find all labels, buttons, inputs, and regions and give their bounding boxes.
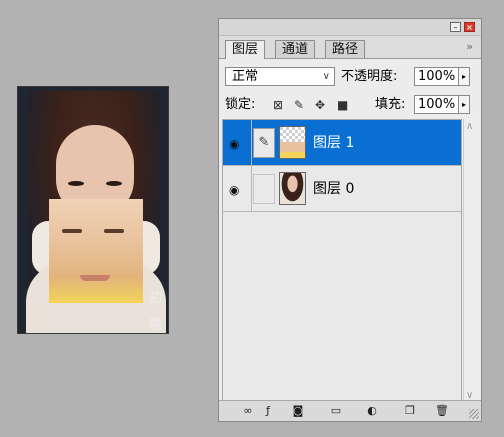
lock-transparent-icon[interactable]: ⊠ (273, 98, 283, 112)
blend-mode-value: 正常 (232, 69, 259, 84)
panel-titlebar[interactable]: – × (219, 19, 481, 36)
layers-panel: – × 图层 通道 路径 » 正常 ∨ 不透明度: 100% ▸ 锁定: ⊠ ✎… (218, 18, 482, 422)
delete-layer-icon[interactable]: 🗑 (435, 404, 449, 417)
lock-image-icon[interactable]: ✎ (294, 98, 304, 112)
panel-bottom-bar: ∞ ƒ ◙ ▭ ◐ ❐ 🗑 (219, 400, 481, 421)
brush-icon[interactable]: ✎ (253, 128, 275, 158)
watermark-char-2: 曉 (149, 317, 163, 332)
minimize-icon[interactable]: – (450, 22, 461, 32)
layers-list: ◉ ✎ 图层 1 ◉ 图层 0 (222, 119, 462, 403)
pasted-eye-right (104, 229, 124, 233)
new-layer-icon[interactable]: ❐ (403, 404, 417, 417)
new-group-icon[interactable]: ▭ (329, 404, 343, 417)
canvas-document[interactable]: 初 曉 (17, 86, 169, 334)
fill-slider-arrow-icon[interactable]: ▸ (458, 95, 470, 114)
eye-icon: ◉ (229, 137, 240, 151)
opacity-field[interactable]: 100% ▸ (414, 67, 470, 86)
watermark-char-1: 初 (149, 291, 163, 306)
opacity-slider-arrow-icon[interactable]: ▸ (458, 67, 470, 86)
photo-eye-right (106, 181, 122, 186)
eye-icon: ◉ (229, 183, 240, 197)
link-layers-icon[interactable]: ∞ (241, 404, 255, 417)
layer-link-slot[interactable] (253, 174, 275, 204)
photo-eye-left (68, 181, 84, 186)
close-icon[interactable]: × (464, 22, 475, 32)
pasted-mouth (80, 275, 110, 281)
layer-thumbnail (279, 126, 306, 159)
tab-channels[interactable]: 通道 (275, 40, 316, 58)
layer-row[interactable]: ◉ 图层 0 (223, 166, 461, 212)
resize-grip-icon[interactable] (469, 409, 479, 419)
blend-mode-select[interactable]: 正常 ∨ (225, 67, 335, 86)
pasted-eye-left (62, 229, 82, 233)
panel-menu-icon[interactable]: » (466, 40, 473, 53)
tab-paths[interactable]: 路径 (325, 40, 366, 58)
layer-name[interactable]: 图层 0 (313, 166, 354, 212)
opacity-label: 不透明度: (341, 69, 398, 84)
layer-name[interactable]: 图层 1 (313, 120, 354, 166)
lock-label: 锁定: (225, 97, 256, 112)
layers-scrollbar[interactable]: ∧ ∨ (463, 119, 479, 403)
opacity-value: 100% (418, 69, 456, 84)
tab-layers[interactable]: 图层 (225, 40, 266, 59)
fill-field[interactable]: 100% ▸ (414, 95, 470, 114)
chevron-down-icon: ∨ (322, 71, 330, 82)
lock-all-icon[interactable]: ■ (337, 98, 348, 112)
visibility-toggle[interactable]: ◉ (223, 166, 252, 211)
visibility-toggle[interactable]: ◉ (223, 120, 252, 165)
layer-row[interactable]: ◉ ✎ 图层 1 (223, 120, 461, 166)
lock-position-icon[interactable]: ✥ (315, 98, 325, 112)
fill-label: 填充: (375, 97, 406, 112)
fill-value: 100% (418, 97, 456, 112)
pasted-face-layer (49, 199, 143, 303)
scroll-up-icon[interactable]: ∧ (466, 121, 473, 132)
layer-mask-icon[interactable]: ◙ (291, 404, 305, 417)
adjustment-layer-icon[interactable]: ◐ (365, 404, 379, 417)
panel-tabs: 图层 通道 路径 » (219, 36, 481, 59)
layer-style-icon[interactable]: ƒ (261, 404, 275, 417)
layer-thumbnail (279, 172, 306, 205)
